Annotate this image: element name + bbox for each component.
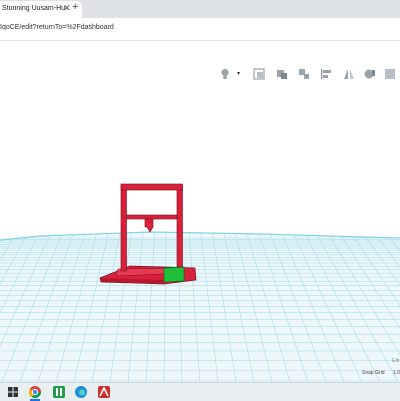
chevron-down-icon[interactable]: ▾ — [237, 70, 240, 77]
snap-grid-label: Snap Grid — [362, 370, 385, 376]
app-red-icon[interactable] — [97, 385, 111, 399]
chrome-icon[interactable] — [28, 385, 42, 399]
frame-top-bar — [120, 183, 183, 191]
snap-grid-value[interactable]: 1.0 — [393, 370, 400, 376]
mirror-icon[interactable] — [343, 68, 355, 80]
windows-icon[interactable] — [6, 385, 20, 399]
frame-cross-bar — [125, 214, 178, 220]
editor-toolbar: ▾ — [0, 62, 400, 86]
new-tab-button[interactable]: + — [72, 1, 78, 13]
url-text[interactable]: IqoCE/edit?returnTo=%2Fdashboard — [0, 24, 114, 31]
light-bulb-icon[interactable] — [219, 68, 231, 80]
browser-tab[interactable]: Stunning Uusam-Hu ✕ — [0, 1, 82, 18]
ungroup-icon[interactable] — [298, 68, 310, 80]
more-tools-icon[interactable] — [384, 68, 396, 80]
frame-right-post — [176, 184, 183, 268]
paint-icon[interactable] — [364, 68, 376, 80]
cube-outline-icon[interactable] — [253, 68, 265, 80]
address-bar[interactable]: IqoCE/edit?returnTo=%2Fdashboard — [0, 18, 400, 41]
3d-workplane-viewport[interactable] — [0, 86, 400, 382]
close-icon[interactable]: ✕ — [63, 3, 71, 14]
edit-grid-label[interactable]: Edi — [392, 358, 399, 364]
green-block — [163, 266, 185, 283]
browser-tab-bar: Stunning Uusam-Hu ✕ + — [0, 0, 400, 18]
app-green-icon[interactable] — [52, 385, 66, 399]
print-head — [144, 218, 154, 233]
tab-title: Stunning Uusam-Hu — [2, 5, 66, 12]
edge-icon[interactable] — [74, 385, 88, 399]
align-icon[interactable] — [320, 68, 332, 80]
group-icon[interactable] — [276, 68, 288, 80]
frame-left-post — [120, 184, 127, 272]
windows-taskbar — [0, 382, 400, 401]
